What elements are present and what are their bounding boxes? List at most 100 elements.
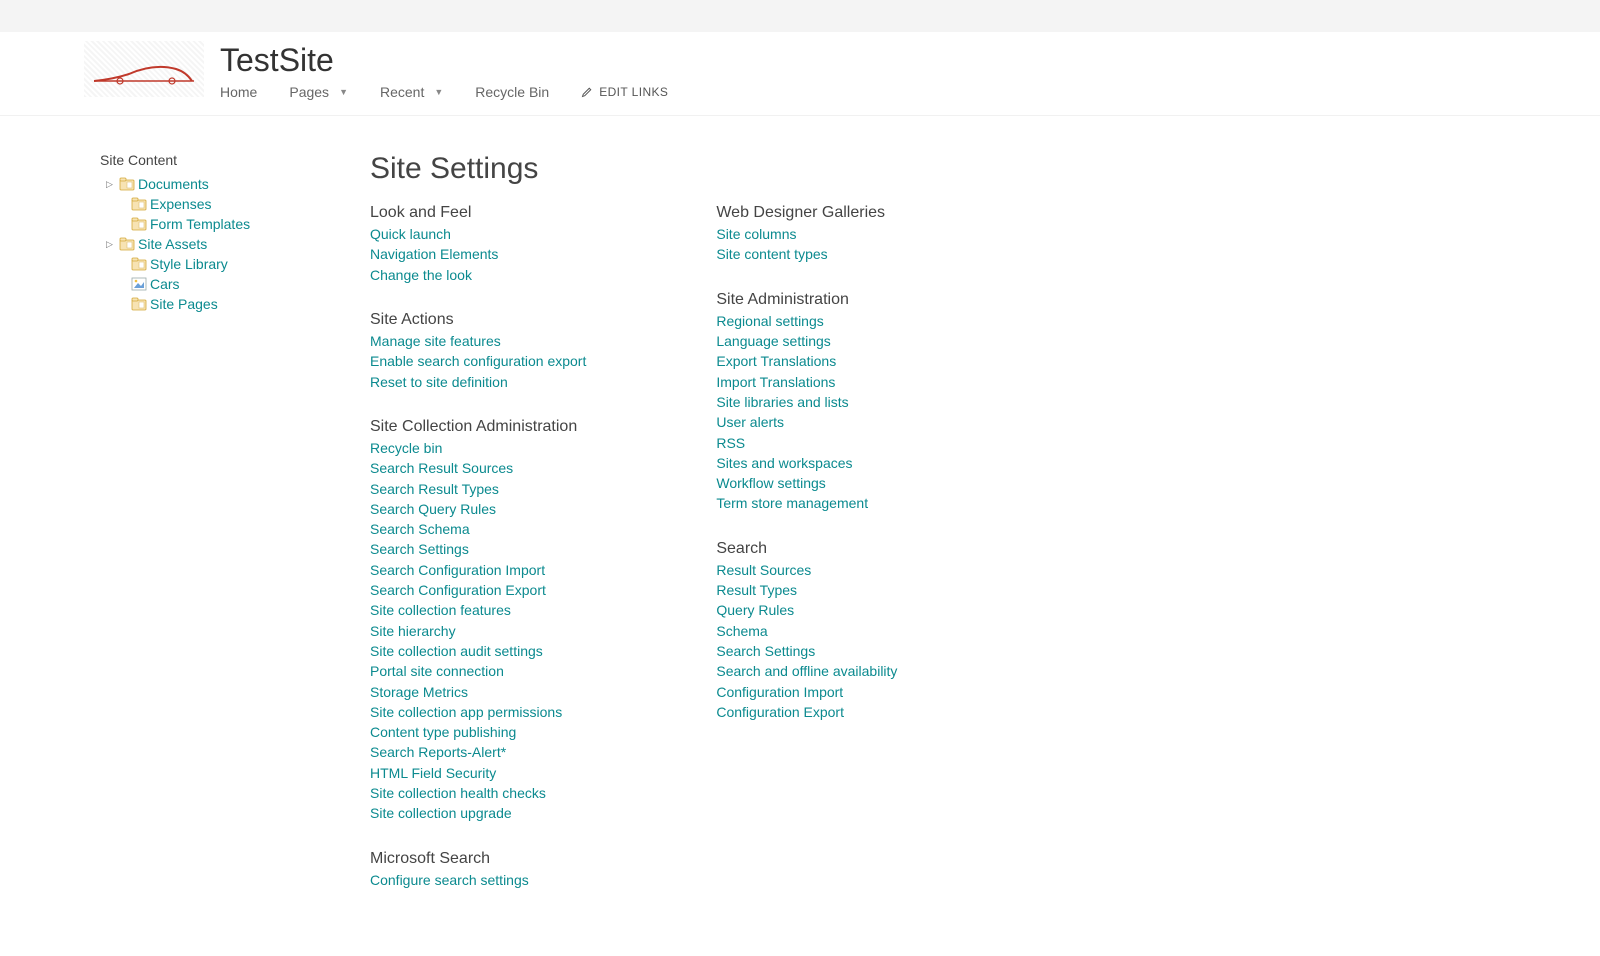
tree-item-label: Style Library: [150, 256, 228, 272]
tree-item-expenses[interactable]: ▷Expenses: [100, 194, 350, 214]
tree-item-documents[interactable]: ▷ Documents: [100, 174, 350, 194]
tree-item-site-assets[interactable]: ▷ Site Assets: [100, 234, 350, 254]
expand-arrow-icon[interactable]: ▷: [106, 239, 116, 250]
top-nav: Home Pages▼ Recent ▼ Recycle Bin EDIT LINKS: [220, 84, 668, 100]
settings-link[interactable]: Site columns: [716, 224, 897, 244]
settings-link[interactable]: Site collection app permissions: [370, 702, 586, 722]
settings-link[interactable]: Language settings: [716, 331, 897, 351]
top-nav-label: Recent: [380, 84, 424, 100]
settings-link[interactable]: Site collection health checks: [370, 783, 586, 803]
settings-link[interactable]: RSS: [716, 433, 897, 453]
group-heading: Search: [716, 540, 897, 558]
settings-column: Look and Feel Quick launchNavigation Elem…: [370, 204, 586, 916]
left-nav-tree: ▷Documents▷Expenses▷Form Templates▷Site …: [100, 174, 350, 314]
settings-link[interactable]: Site collection audit settings: [370, 641, 586, 661]
top-nav-item-recycle-bin[interactable]: Recycle Bin: [475, 84, 549, 100]
settings-link[interactable]: Content type publishing: [370, 722, 586, 742]
settings-link[interactable]: Configure search settings: [370, 870, 586, 890]
group-heading: Microsoft Search: [370, 850, 586, 868]
settings-link[interactable]: Result Sources: [716, 560, 897, 580]
tree-item-cars[interactable]: ▷Cars: [100, 274, 350, 294]
settings-link[interactable]: Configuration Import: [716, 682, 897, 702]
settings-link[interactable]: Search and offline availability: [716, 661, 897, 681]
group-heading: Look and Feel: [370, 204, 586, 222]
settings-link[interactable]: Export Translations: [716, 351, 897, 371]
settings-link[interactable]: Term store management: [716, 493, 897, 513]
header: TestSite Home Pages▼ Recent ▼ Recycle Bin EDI…: [0, 33, 1600, 116]
settings-link[interactable]: Enable search configuration export: [370, 351, 586, 371]
settings-link[interactable]: Portal site connection: [370, 661, 586, 681]
settings-link[interactable]: User alerts: [716, 412, 897, 432]
settings-link[interactable]: Site libraries and lists: [716, 392, 897, 412]
top-nav-item-recent[interactable]: Recent ▼: [380, 84, 443, 100]
group-heading: Site Actions: [370, 311, 586, 329]
edit-links-label: EDIT LINKS: [599, 85, 668, 99]
settings-group-look-and-feel: Look and Feel Quick launchNavigation Elem…: [370, 204, 586, 285]
settings-link[interactable]: Site collection upgrade: [370, 803, 586, 823]
page-title: Site Settings: [370, 152, 1600, 186]
top-nav-item-home[interactable]: Home: [220, 84, 257, 100]
settings-link[interactable]: Result Types: [716, 580, 897, 600]
settings-link[interactable]: Change the look: [370, 265, 586, 285]
settings-link[interactable]: Schema: [716, 621, 897, 641]
folder-icon: [131, 257, 147, 271]
settings-link[interactable]: Search Reports-Alert*: [370, 742, 586, 762]
tree-item-form-templates[interactable]: ▷Form Templates: [100, 214, 350, 234]
settings-link[interactable]: Reset to site definition: [370, 372, 586, 392]
settings-link[interactable]: Search Settings: [716, 641, 897, 661]
settings-link[interactable]: Search Result Types: [370, 479, 586, 499]
group-heading: Web Designer Galleries: [716, 204, 897, 222]
group-heading: Site Collection Administration: [370, 418, 586, 436]
suite-bar: [0, 0, 1600, 33]
top-nav-label: Recycle Bin: [475, 84, 549, 100]
left-nav-header: Site Content: [100, 152, 350, 168]
tree-item-site-pages[interactable]: ▷Site Pages: [100, 294, 350, 314]
settings-link[interactable]: Search Configuration Export: [370, 580, 586, 600]
settings-columns: Look and Feel Quick launchNavigation Elem…: [370, 204, 1600, 916]
settings-link[interactable]: Site content types: [716, 244, 897, 264]
left-nav: Site Content ▷Documents▷Expenses▷Form Te…: [100, 152, 370, 916]
settings-link[interactable]: HTML Field Security: [370, 763, 586, 783]
expand-arrow-icon[interactable]: ▷: [106, 179, 116, 190]
settings-link[interactable]: Quick launch: [370, 224, 586, 244]
settings-link[interactable]: Search Query Rules: [370, 499, 586, 519]
settings-group-site-actions: Site Actions Manage site featuresEnable s…: [370, 311, 586, 392]
settings-link[interactable]: Site collection features: [370, 600, 586, 620]
tree-item-style-library[interactable]: ▷Style Library: [100, 254, 350, 274]
folder-icon: [119, 237, 135, 251]
settings-link[interactable]: Workflow settings: [716, 473, 897, 493]
settings-link[interactable]: Sites and workspaces: [716, 453, 897, 473]
settings-link[interactable]: Regional settings: [716, 311, 897, 331]
settings-link[interactable]: Search Result Sources: [370, 458, 586, 478]
group-heading: Site Administration: [716, 291, 897, 309]
settings-link[interactable]: Recycle bin: [370, 438, 586, 458]
tree-item-label: Documents: [138, 176, 209, 192]
tree-item-label: Site Assets: [138, 236, 207, 252]
top-nav-item-pages[interactable]: Pages▼: [289, 84, 348, 100]
pencil-icon: [581, 86, 593, 98]
settings-group-site-collection-administration: Site Collection Administration Recycle bi…: [370, 418, 586, 824]
settings-link[interactable]: Navigation Elements: [370, 244, 586, 264]
site-title[interactable]: TestSite: [220, 43, 668, 78]
caret-down-icon: ▼: [339, 87, 348, 97]
settings-group-web-designer-galleries: Web Designer Galleries Site columnsSite c…: [716, 204, 897, 265]
settings-group-site-administration: Site Administration Regional settingsLang…: [716, 291, 897, 514]
settings-link[interactable]: Configuration Export: [716, 702, 897, 722]
caret-down-icon: ▼: [434, 87, 443, 97]
settings-link[interactable]: Site hierarchy: [370, 621, 586, 641]
site-logo[interactable]: [84, 41, 204, 97]
picture-icon: [131, 277, 147, 291]
settings-link[interactable]: Query Rules: [716, 600, 897, 620]
settings-link[interactable]: Search Schema: [370, 519, 586, 539]
settings-link[interactable]: Import Translations: [716, 372, 897, 392]
settings-link[interactable]: Search Configuration Import: [370, 560, 586, 580]
tree-item-label: Form Templates: [150, 216, 250, 232]
settings-link[interactable]: Search Settings: [370, 539, 586, 559]
folder-icon: [119, 177, 135, 191]
tree-item-label: Cars: [150, 276, 180, 292]
tree-item-label: Site Pages: [150, 296, 218, 312]
settings-link[interactable]: Manage site features: [370, 331, 586, 351]
settings-link[interactable]: Storage Metrics: [370, 682, 586, 702]
settings-group-microsoft-search: Microsoft Search Configure search setting…: [370, 850, 586, 890]
edit-links-button[interactable]: EDIT LINKS: [581, 85, 668, 99]
